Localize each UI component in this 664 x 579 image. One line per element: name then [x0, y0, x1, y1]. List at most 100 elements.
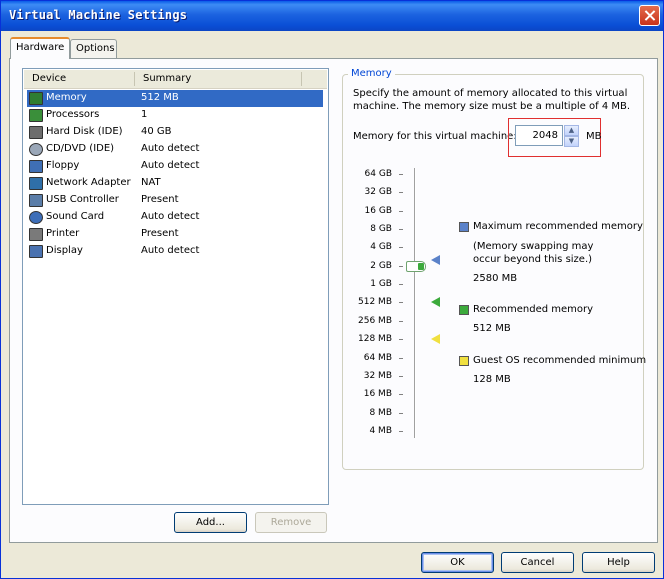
device-name: Printer	[46, 228, 80, 239]
scale-label: 64 MB	[363, 352, 392, 363]
scale-tick	[399, 174, 403, 175]
scale-label: 8 GB	[370, 224, 392, 235]
cancel-button[interactable]: Cancel	[501, 552, 574, 573]
max-recommended-note: (Memory swapping may occur beyond this s…	[473, 241, 594, 265]
device-name: Network Adapter	[46, 177, 131, 188]
max-recommended-title: Maximum recommended memory	[473, 221, 643, 232]
network-adapter-icon	[29, 177, 43, 190]
device-summary: Present	[141, 194, 179, 205]
device-summary: Auto detect	[141, 143, 200, 154]
scale-label: 128 MB	[358, 334, 392, 345]
device-summary: Auto detect	[141, 211, 200, 222]
memory-field-label: Memory for this virtual machine:	[353, 131, 517, 142]
processor-icon	[29, 109, 43, 122]
title-bar[interactable]: Virtual Machine Settings	[1, 1, 663, 31]
spin-down-button[interactable]: ▼	[564, 136, 579, 147]
scale-label: 32 MB	[363, 370, 392, 381]
column-header-device[interactable]: Device	[32, 73, 66, 84]
device-name: USB Controller	[46, 194, 119, 205]
scale-label: 32 GB	[364, 187, 392, 198]
scale-label: 256 MB	[358, 315, 392, 326]
scale-label: 4 MB	[369, 425, 392, 436]
scale-tick	[399, 192, 403, 194]
scale-label: 512 MB	[358, 297, 392, 308]
device-row-floppy[interactable]: Floppy Auto detect	[27, 158, 323, 175]
device-name: CD/DVD (IDE)	[46, 143, 115, 154]
device-summary: Auto detect	[141, 245, 200, 256]
scale-label: 8 MB	[369, 407, 392, 418]
column-header-summary[interactable]: Summary	[143, 73, 191, 84]
device-row-display[interactable]: Display Auto detect	[27, 243, 323, 260]
tab-hardware[interactable]: Hardware	[10, 37, 70, 59]
device-row-sound-card[interactable]: Sound Card Auto detect	[27, 209, 323, 226]
device-row-memory[interactable]: Memory 512 MB	[27, 90, 323, 107]
memory-slider-thumb[interactable]	[406, 260, 426, 272]
recommended-value: 512 MB	[473, 323, 511, 334]
close-button[interactable]	[639, 5, 660, 26]
usb-icon	[29, 194, 43, 207]
memory-group-title: Memory	[348, 68, 395, 79]
cd-dvd-icon	[29, 143, 43, 156]
device-summary: NAT	[141, 177, 161, 188]
window-title: Virtual Machine Settings	[9, 8, 188, 22]
device-name: Sound Card	[46, 211, 105, 222]
guest-minimum-marker-icon	[431, 334, 440, 345]
recommended-title: Recommended memory	[473, 304, 594, 315]
memory-size-input[interactable]	[515, 125, 563, 146]
scale-tick	[399, 302, 403, 304]
device-row-cd-dvd-ide[interactable]: CD/DVD (IDE) Auto detect	[27, 141, 323, 158]
scale-tick	[399, 357, 403, 359]
hard-disk-icon	[29, 126, 43, 139]
scale-tick	[399, 229, 403, 231]
display-icon	[29, 245, 43, 258]
scale-tick	[399, 394, 403, 396]
scale-tick	[399, 265, 403, 267]
device-row-processors[interactable]: Processors 1	[27, 107, 323, 124]
scale-tick	[399, 284, 403, 286]
scale-tick	[399, 339, 403, 341]
scale-label: 64 GB	[364, 169, 392, 179]
memory-description: Specify the amount of memory allocated t…	[353, 88, 631, 112]
device-name: Processors	[46, 109, 100, 120]
max-recommended-marker-icon	[431, 254, 440, 265]
device-row-network-adapter[interactable]: Network Adapter NAT	[27, 175, 323, 192]
floppy-icon	[29, 160, 43, 173]
device-summary: Auto detect	[141, 160, 200, 171]
device-row-hard-disk-ide[interactable]: Hard Disk (IDE) 40 GB	[27, 124, 323, 141]
help-button[interactable]: Help	[582, 552, 655, 573]
vm-settings-window: Virtual Machine Settings Hardware Option…	[0, 0, 664, 579]
scale-tick	[399, 210, 403, 212]
recommended-marker-icon	[431, 297, 440, 308]
max-recommended-legend-icon	[459, 222, 469, 232]
scale-label: 16 GB	[364, 205, 392, 216]
guest-minimum-value: 128 MB	[473, 374, 511, 385]
device-name: Memory	[46, 92, 87, 103]
scale-tick	[399, 320, 403, 322]
memory-slider-track[interactable]	[414, 168, 416, 438]
device-list[interactable]: Device Summary Memory 512 MB Processors 1 Ha…	[22, 68, 329, 505]
memory-unit-label: MB	[586, 131, 602, 142]
guest-minimum-title: Guest OS recommended minimum	[473, 355, 647, 366]
scale-label: 16 MB	[363, 389, 392, 400]
scale-tick	[399, 430, 403, 432]
device-summary: 512 MB	[141, 92, 179, 103]
scale-tick	[399, 247, 403, 249]
add-button[interactable]: Add...	[174, 512, 247, 533]
guest-minimum-legend-icon	[459, 356, 469, 366]
device-summary: Present	[141, 228, 179, 239]
device-name: Hard Disk (IDE)	[46, 126, 123, 137]
scale-tick	[399, 375, 403, 377]
memory-icon	[29, 92, 43, 105]
ok-button[interactable]: OK	[421, 552, 494, 573]
sound-card-icon	[29, 211, 43, 224]
tab-options[interactable]: Options	[70, 39, 117, 59]
device-row-printer[interactable]: Printer Present	[27, 226, 323, 243]
scale-label: 1 GB	[370, 279, 392, 290]
device-summary: 40 GB	[141, 126, 172, 137]
spin-up-button[interactable]: ▲	[564, 125, 579, 136]
device-list-header: Device Summary	[24, 70, 327, 89]
device-row-usb-controller[interactable]: USB Controller Present	[27, 192, 323, 209]
remove-button: Remove	[255, 512, 327, 533]
device-name: Display	[46, 245, 83, 256]
scale-tick	[399, 412, 403, 414]
